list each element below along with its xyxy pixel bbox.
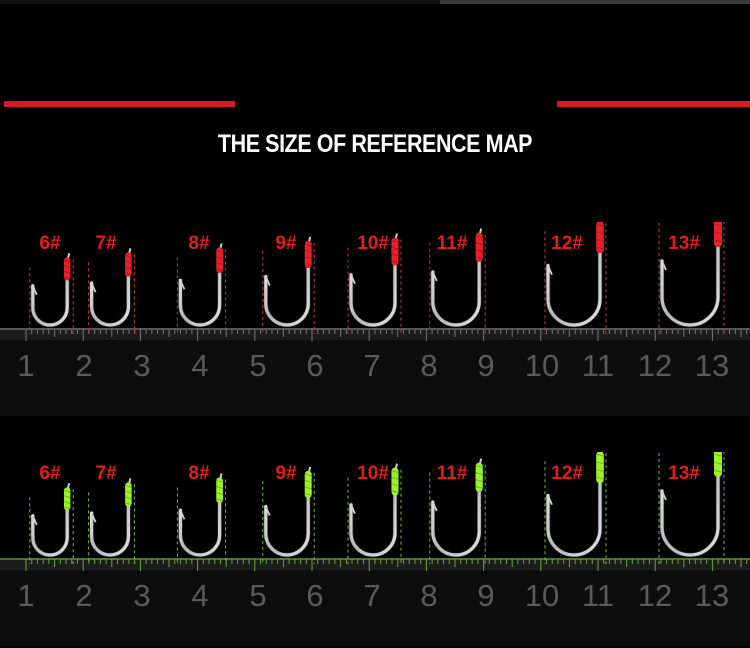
hook-size-label: 7# xyxy=(95,463,117,484)
hook-size-label: 6# xyxy=(39,233,61,254)
ruler-number: 7 xyxy=(363,578,380,613)
page-title: THE SIZE OF REFERENCE MAP xyxy=(217,130,533,158)
hook-size-label: 10# xyxy=(357,233,389,254)
ruler-number: 10 xyxy=(525,578,559,613)
ruler-number: 6 xyxy=(306,578,323,613)
hook xyxy=(29,253,74,334)
red-rule-right xyxy=(557,101,750,107)
ruler-number: 8 xyxy=(420,578,437,613)
hook-size-label: 8# xyxy=(188,463,210,484)
hook-metal xyxy=(178,249,222,327)
ruler-number: 13 xyxy=(695,578,729,613)
ruler-number: 4 xyxy=(191,348,208,383)
hook-size-label: 9# xyxy=(275,233,297,254)
ruler-number: 5 xyxy=(249,348,266,383)
hook-metal xyxy=(178,479,222,557)
ruler-number: 3 xyxy=(133,348,150,383)
hook-metal xyxy=(90,254,130,327)
hook-size-label: 11# xyxy=(437,233,468,254)
ruler-number: 9 xyxy=(477,578,494,613)
ruler-number: 1 xyxy=(17,348,34,383)
hook-metal xyxy=(90,484,130,557)
ruler-number: 11 xyxy=(582,578,614,613)
ruler-number: 6 xyxy=(306,348,323,383)
hook-size-label: 10# xyxy=(357,463,389,484)
hook xyxy=(176,473,227,564)
hook-metal xyxy=(31,259,69,327)
ruler-number: 5 xyxy=(249,578,266,613)
hook-metal xyxy=(31,489,69,557)
hook xyxy=(88,478,135,564)
ruler-number: 13 xyxy=(695,348,729,383)
hook-size-label: 11# xyxy=(437,463,468,484)
hook-size-label: 12# xyxy=(551,233,583,254)
hook xyxy=(29,483,74,564)
hook-metal xyxy=(264,473,310,557)
top-border xyxy=(0,0,750,4)
ruler-number: 2 xyxy=(75,348,92,383)
ruler: 1 2 3 4 5 6 7 8 9 10 11 12 13 xyxy=(0,558,750,646)
hook-size-label: 12# xyxy=(551,463,583,484)
hook xyxy=(88,248,135,334)
ruler-number: 8 xyxy=(420,348,437,383)
hook-panel-red: 1 2 3 4 5 6 7 8 9 10 11 12 136# 7# 8# 9# 10# 11# 12# 13# xyxy=(0,222,750,416)
ruler-number: 11 xyxy=(582,348,614,383)
ruler-number: 3 xyxy=(133,578,150,613)
hook-size-label: 13# xyxy=(668,463,700,484)
ruler-number: 2 xyxy=(75,578,92,613)
hook-size-label: 8# xyxy=(188,233,210,254)
hook-panel-green: 1 2 3 4 5 6 7 8 9 10 11 12 136# 7# 8# 9# 10# 11# 12# 13# xyxy=(0,452,750,646)
red-rule-left xyxy=(4,101,235,107)
hook-metal xyxy=(349,470,397,557)
ruler-number: 12 xyxy=(638,578,672,613)
ruler: 1 2 3 4 5 6 7 8 9 10 11 12 13 xyxy=(0,328,750,416)
hook-size-label: 7# xyxy=(95,233,117,254)
hook-size-label: 9# xyxy=(275,463,297,484)
hook-size-label: 13# xyxy=(668,233,700,254)
ruler-number: 12 xyxy=(638,348,672,383)
hook-metal xyxy=(349,240,397,327)
hook xyxy=(176,243,227,334)
ruler-number: 10 xyxy=(525,348,559,383)
ruler-number: 7 xyxy=(363,348,380,383)
ruler-number: 1 xyxy=(17,578,34,613)
ruler-number: 4 xyxy=(191,578,208,613)
ruler-number: 9 xyxy=(477,348,494,383)
hook-size-label: 6# xyxy=(39,463,61,484)
hook-metal xyxy=(264,243,310,327)
